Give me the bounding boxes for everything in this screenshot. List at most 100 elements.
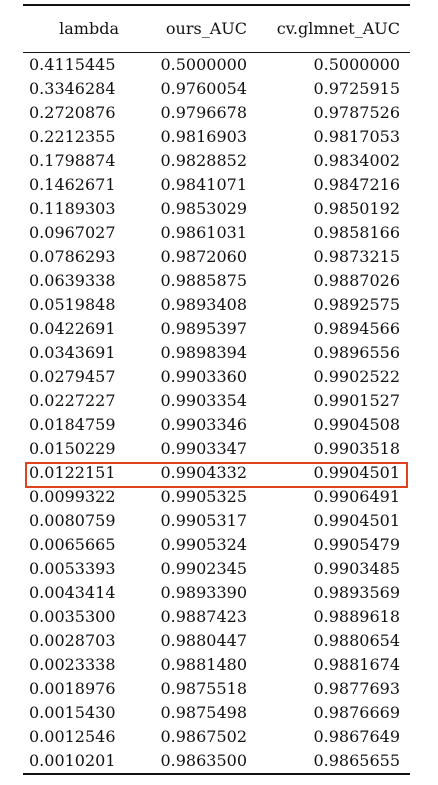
cell-lambda: 0.1189303	[29, 199, 116, 218]
auc-comparison-table: lambda ours_AUC cv.glmnet_AUC 0.4115445 0…	[23, 4, 410, 775]
table-row: 0.0065665 0.9905324 0.9905479	[23, 533, 410, 557]
cell-ours-auc: 0.9861031	[160, 223, 247, 242]
auc-comparison-table-wrapper: lambda ours_AUC cv.glmnet_AUC 0.4115445 0…	[23, 4, 410, 775]
cell-ours-auc: 0.9902345	[160, 559, 247, 578]
table-row: 0.0015430 0.9875498 0.9876669	[23, 701, 410, 725]
table-row: 0.2720876 0.9796678 0.9787526	[23, 101, 410, 125]
table-row: 0.0043414 0.9893390 0.9893569	[23, 581, 410, 605]
cell-ours-auc: 0.9895397	[160, 319, 247, 338]
cell-cv-glmnet-auc: 0.9901527	[313, 391, 400, 410]
cell-cv-glmnet-auc: 0.9893569	[313, 583, 400, 602]
table-row: 0.0023338 0.9881480 0.9881674	[23, 653, 410, 677]
cell-cv-glmnet-auc: 0.9905479	[313, 535, 400, 554]
header-row: lambda ours_AUC cv.glmnet_AUC	[23, 5, 410, 53]
cell-cv-glmnet-auc: 0.9896556	[313, 343, 400, 362]
cell-lambda: 0.0080759	[29, 511, 116, 530]
table-row: 0.0343691 0.9898394 0.9896556	[23, 341, 410, 365]
cell-lambda: 0.0028703	[29, 631, 116, 650]
cell-lambda: 0.0035300	[29, 607, 116, 626]
table-row: 0.0786293 0.9872060 0.9873215	[23, 245, 410, 269]
cell-ours-auc: 0.9905325	[160, 487, 247, 506]
cell-cv-glmnet-auc: 0.9902522	[313, 367, 400, 386]
cell-cv-glmnet-auc: 0.9865655	[253, 749, 410, 775]
table-row: 0.0279457 0.9903360 0.9902522	[23, 365, 410, 389]
cell-ours-auc: 0.9881480	[160, 655, 247, 674]
cell-lambda: 0.0012546	[29, 727, 116, 746]
cell-ours-auc: 0.9816903	[160, 127, 247, 146]
cell-lambda: 0.0065665	[29, 535, 116, 554]
cell-cv-glmnet-auc: 0.9904501	[313, 511, 400, 530]
cell-ours-auc: 0.9905317	[160, 511, 247, 530]
cell-cv-glmnet-auc: 0.9906491	[313, 487, 400, 506]
cell-cv-glmnet-auc: 0.9877693	[313, 679, 400, 698]
table-row: 0.1462671 0.9841071 0.9847216	[23, 173, 410, 197]
table-row: 0.0422691 0.9895397 0.9894566	[23, 317, 410, 341]
cell-cv-glmnet-auc: 0.9903485	[313, 559, 400, 578]
cell-cv-glmnet-auc: 0.9834002	[313, 151, 400, 170]
cell-lambda: 0.3346284	[29, 79, 116, 98]
cell-cv-glmnet-auc: 0.9867649	[313, 727, 400, 746]
cell-cv-glmnet-auc: 0.9904508	[313, 415, 400, 434]
cell-ours-auc: 0.9880447	[160, 631, 247, 650]
table-row: 0.1189303 0.9853029 0.9850192	[23, 197, 410, 221]
cell-ours-auc: 0.9893390	[160, 583, 247, 602]
cell-cv-glmnet-auc: 0.9892575	[313, 295, 400, 314]
cell-ours-auc: 0.9875498	[160, 703, 247, 722]
cell-lambda: 0.0422691	[29, 319, 116, 338]
cell-lambda: 0.2212355	[29, 127, 116, 146]
cell-ours-auc: 0.9872060	[160, 247, 247, 266]
cell-lambda: 0.0519848	[29, 295, 116, 314]
cell-ours-auc: 0.9903346	[160, 415, 247, 434]
cell-lambda: 0.0150229	[29, 439, 116, 458]
cell-cv-glmnet-auc: 0.5000000	[313, 55, 400, 74]
cell-lambda: 0.2720876	[29, 103, 116, 122]
cell-cv-glmnet-auc: 0.9787526	[313, 103, 400, 122]
cell-lambda: 0.0639338	[29, 271, 116, 290]
cell-ours-auc: 0.9875518	[160, 679, 247, 698]
table-body: 0.4115445 0.5000000 0.5000000 0.3346284 0.97…	[23, 53, 410, 775]
table-row: 0.2212355 0.9816903 0.9817053	[23, 125, 410, 149]
table-row: 0.0010201 0.9863500 0.9865655	[23, 749, 410, 775]
cell-ours-auc: 0.9898394	[160, 343, 247, 362]
cell-ours-auc: 0.9867502	[160, 727, 247, 746]
cell-cv-glmnet-auc: 0.9847216	[313, 175, 400, 194]
cell-lambda: 0.0099322	[29, 487, 116, 506]
cell-lambda: 0.0227227	[29, 391, 116, 410]
table-row: 0.0639338 0.9885875 0.9887026	[23, 269, 410, 293]
cell-cv-glmnet-auc: 0.9904501	[313, 463, 400, 482]
table-row: 0.0035300 0.9887423 0.9889618	[23, 605, 410, 629]
cell-cv-glmnet-auc: 0.9725915	[313, 79, 400, 98]
table-row: 0.0099322 0.9905325 0.9906491	[23, 485, 410, 509]
table-row: 0.0150229 0.9903347 0.9903518	[23, 437, 410, 461]
table-row: 0.4115445 0.5000000 0.5000000	[23, 53, 410, 78]
cell-cv-glmnet-auc: 0.9887026	[313, 271, 400, 290]
cell-lambda: 0.0018976	[29, 679, 116, 698]
cell-ours-auc: 0.9863500	[127, 749, 253, 775]
table-row: 0.0519848 0.9893408 0.9892575	[23, 293, 410, 317]
cell-lambda: 0.0023338	[29, 655, 116, 674]
cell-lambda: 0.0015430	[29, 703, 116, 722]
cell-ours-auc: 0.9904332	[160, 463, 247, 482]
cell-lambda: 0.0010201	[23, 749, 127, 775]
table-row: 0.3346284 0.9760054 0.9725915	[23, 77, 410, 101]
cell-cv-glmnet-auc: 0.9858166	[313, 223, 400, 242]
cell-cv-glmnet-auc: 0.9817053	[313, 127, 400, 146]
table-row: 0.1798874 0.9828852 0.9834002	[23, 149, 410, 173]
cell-lambda: 0.0343691	[29, 343, 116, 362]
header-lambda: lambda	[59, 19, 119, 38]
table-row: 0.0227227 0.9903354 0.9901527	[23, 389, 410, 413]
cell-lambda: 0.1798874	[29, 151, 116, 170]
cell-ours-auc: 0.9905324	[160, 535, 247, 554]
cell-cv-glmnet-auc: 0.9873215	[313, 247, 400, 266]
cell-cv-glmnet-auc: 0.9881674	[313, 655, 400, 674]
cell-ours-auc: 0.9903347	[160, 439, 247, 458]
cell-cv-glmnet-auc: 0.9876669	[313, 703, 400, 722]
table-row: 0.0012546 0.9867502 0.9867649	[23, 725, 410, 749]
cell-cv-glmnet-auc: 0.9850192	[313, 199, 400, 218]
cell-lambda: 0.0786293	[29, 247, 116, 266]
cell-ours-auc: 0.9853029	[160, 199, 247, 218]
cell-lambda: 0.4115445	[29, 55, 116, 74]
cell-lambda: 0.0184759	[29, 415, 116, 434]
table-header: lambda ours_AUC cv.glmnet_AUC	[23, 5, 410, 53]
header-ours-auc: ours_AUC	[165, 19, 247, 38]
